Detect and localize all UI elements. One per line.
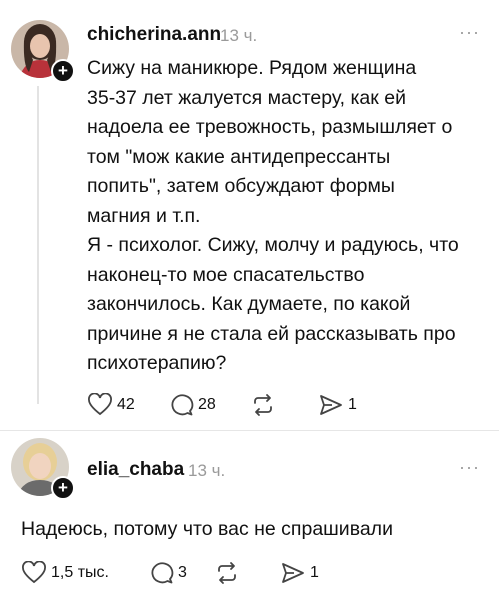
heart-icon bbox=[88, 393, 112, 416]
like-count: 1,5 тыс. bbox=[51, 564, 109, 581]
repost-icon bbox=[254, 394, 272, 416]
reply-button[interactable]: 28 bbox=[168, 393, 216, 417]
repost-icon bbox=[218, 562, 236, 584]
post-text: Надеюсь, потому что вас не спрашивали bbox=[21, 518, 393, 540]
thread-line bbox=[37, 86, 39, 404]
follow-plus-icon[interactable]: + bbox=[51, 59, 75, 83]
repost-button[interactable] bbox=[250, 393, 276, 417]
share-count: 1 bbox=[310, 564, 319, 581]
post-time: 13 ч. bbox=[188, 461, 226, 480]
username[interactable]: elia_chaba bbox=[87, 459, 184, 481]
like-button[interactable]: 42 bbox=[87, 393, 135, 417]
like-button[interactable]: 1,5 тыс. bbox=[21, 561, 109, 585]
reply-count: 28 bbox=[198, 396, 216, 413]
repost-button[interactable] bbox=[214, 561, 240, 585]
like-count: 42 bbox=[117, 396, 135, 413]
reply-button[interactable]: 3 bbox=[148, 561, 187, 585]
send-icon bbox=[320, 395, 342, 415]
follow-plus-icon[interactable]: + bbox=[51, 476, 75, 500]
send-icon bbox=[282, 563, 304, 583]
post-2: + elia_chaba 13 ч. ··· Надеюсь, потому ч… bbox=[0, 431, 499, 600]
share-button[interactable]: 1 bbox=[318, 393, 357, 417]
comment-icon bbox=[151, 562, 174, 584]
comment-icon bbox=[171, 394, 194, 416]
post-text: Сижу на маникюре. Рядом женщина 35-37 ле… bbox=[87, 57, 459, 374]
username[interactable]: chicherina.ann bbox=[87, 24, 221, 46]
share-count: 1 bbox=[348, 396, 357, 413]
share-button[interactable]: 1 bbox=[280, 561, 319, 585]
heart-icon bbox=[22, 561, 46, 584]
more-options-icon[interactable]: ··· bbox=[459, 457, 480, 478]
post-1: + chicherina.ann 13 ч. ··· Сижу на маник… bbox=[0, 0, 499, 430]
more-options-icon[interactable]: ··· bbox=[459, 22, 480, 43]
reply-count: 3 bbox=[178, 564, 187, 581]
post-time: 13 ч. bbox=[220, 26, 258, 45]
